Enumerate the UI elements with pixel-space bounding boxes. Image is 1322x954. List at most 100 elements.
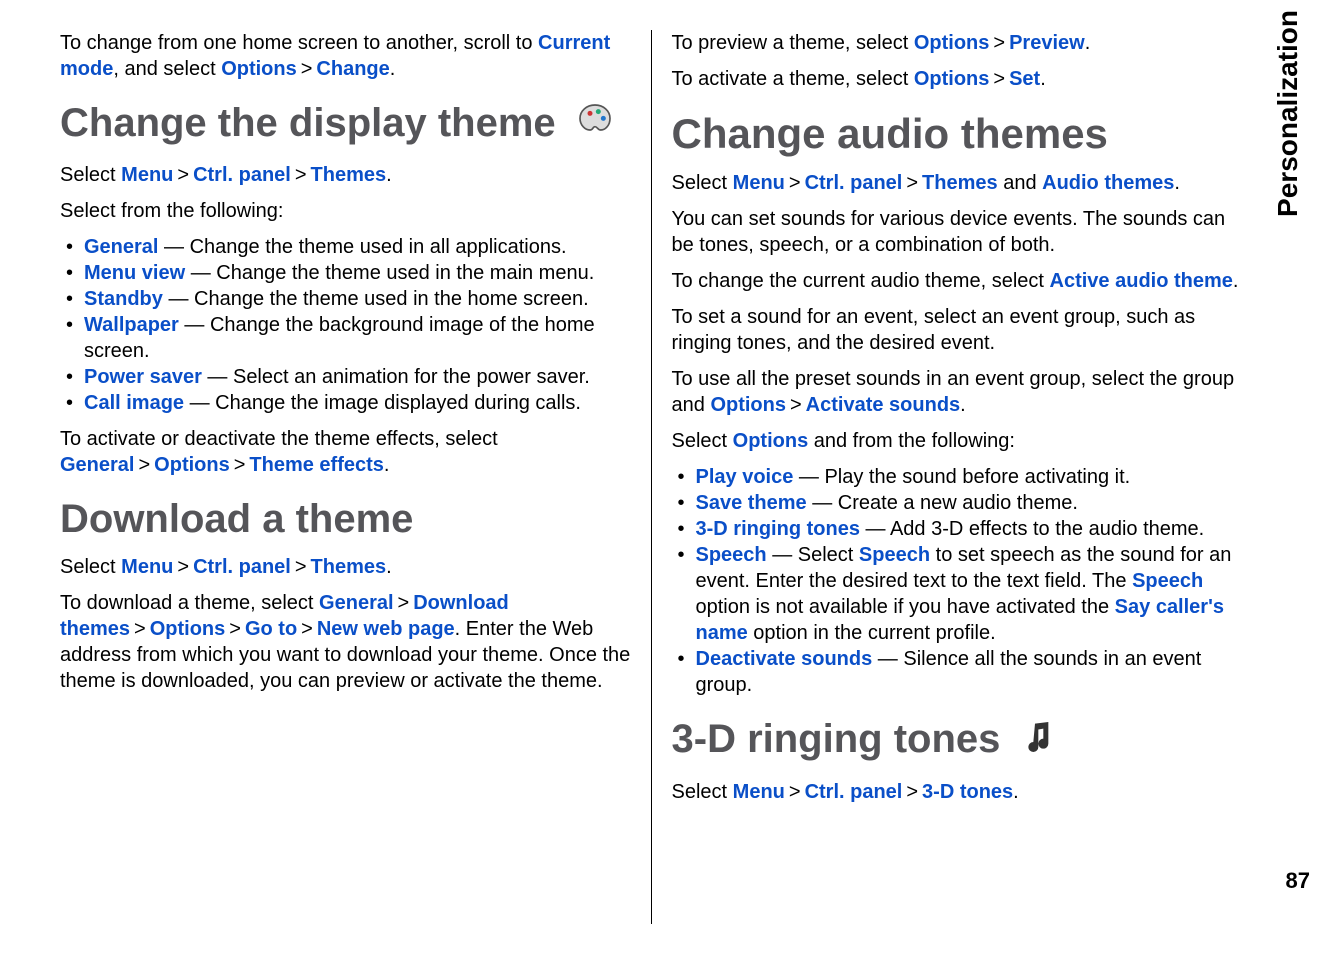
separator: > bbox=[234, 454, 246, 476]
link-speech[interactable]: Speech bbox=[696, 544, 767, 566]
list-item: General — Change the theme used in all a… bbox=[66, 234, 631, 260]
separator: > bbox=[906, 781, 918, 803]
link-play-voice[interactable]: Play voice bbox=[696, 466, 794, 488]
link-options[interactable]: Options bbox=[221, 58, 297, 80]
list-item: 3-D ringing tones — Add 3-D effects to t… bbox=[678, 516, 1243, 542]
separator: > bbox=[906, 172, 918, 194]
audio-options-list: Play voice — Play the sound before activ… bbox=[672, 464, 1243, 698]
audio-path: Select Menu>Ctrl. panel>Themes and Audio… bbox=[672, 170, 1243, 196]
separator: > bbox=[993, 68, 1005, 90]
link-power-saver[interactable]: Power saver bbox=[84, 366, 202, 388]
text: and from the following: bbox=[808, 430, 1015, 452]
download-text: To download a theme, select General>Down… bbox=[60, 590, 631, 694]
link-options[interactable]: Options bbox=[710, 394, 786, 416]
text: . bbox=[960, 394, 966, 416]
download-path: Select Menu>Ctrl. panel>Themes. bbox=[60, 554, 631, 580]
separator: > bbox=[301, 618, 313, 640]
link-ctrl-panel[interactable]: Ctrl. panel bbox=[193, 556, 291, 578]
link-ctrl-panel[interactable]: Ctrl. panel bbox=[805, 781, 903, 803]
separator: > bbox=[177, 556, 189, 578]
link-menu[interactable]: Menu bbox=[121, 164, 173, 186]
text: — Select bbox=[767, 544, 859, 566]
heading-3d-ringing-tones: 3-D ringing tones bbox=[672, 716, 1243, 766]
link-themes[interactable]: Themes bbox=[311, 556, 387, 578]
link-menu[interactable]: Menu bbox=[733, 172, 785, 194]
list-item: Deactivate sounds — Silence all the soun… bbox=[678, 646, 1243, 698]
link-active-audio-theme[interactable]: Active audio theme bbox=[1050, 270, 1233, 292]
separator: > bbox=[134, 618, 146, 640]
list-item: Call image — Change the image displayed … bbox=[66, 390, 631, 416]
link-standby[interactable]: Standby bbox=[84, 288, 163, 310]
text: . bbox=[384, 454, 390, 476]
text: — Add 3-D effects to the audio theme. bbox=[860, 518, 1204, 540]
link-ctrl-panel[interactable]: Ctrl. panel bbox=[193, 164, 291, 186]
separator: > bbox=[301, 58, 313, 80]
text: — Select an animation for the power save… bbox=[202, 366, 590, 388]
list-item: Wallpaper — Change the background image … bbox=[66, 312, 631, 364]
list-item: Standby — Change the theme used in the h… bbox=[66, 286, 631, 312]
right-column: To preview a theme, select Options>Previ… bbox=[652, 30, 1263, 924]
separator: > bbox=[789, 172, 801, 194]
preset-paragraph: To use all the preset sounds in an event… bbox=[672, 366, 1243, 418]
link-theme-effects[interactable]: Theme effects bbox=[249, 454, 384, 476]
text: — Change the theme used in all applicati… bbox=[158, 236, 566, 258]
text: To change from one home screen to anothe… bbox=[60, 32, 538, 54]
activate-paragraph: To activate a theme, select Options>Set. bbox=[672, 66, 1243, 92]
link-3d-ringing-tones[interactable]: 3-D ringing tones bbox=[696, 518, 860, 540]
link-speech[interactable]: Speech bbox=[1132, 570, 1203, 592]
link-deactivate-sounds[interactable]: Deactivate sounds bbox=[696, 648, 873, 670]
link-speech[interactable]: Speech bbox=[859, 544, 930, 566]
text: — Create a new audio theme. bbox=[807, 492, 1078, 514]
link-audio-themes[interactable]: Audio themes bbox=[1042, 172, 1174, 194]
text: — Change the theme used in the main menu… bbox=[185, 262, 594, 284]
link-options[interactable]: Options bbox=[914, 32, 990, 54]
link-menu[interactable]: Menu bbox=[733, 781, 785, 803]
text: . bbox=[390, 58, 396, 80]
separator: > bbox=[229, 618, 241, 640]
link-new-web-page[interactable]: New web page bbox=[317, 618, 455, 640]
heading-text: 3-D ringing tones bbox=[672, 717, 1001, 761]
link-3d-tones[interactable]: 3-D tones bbox=[922, 781, 1013, 803]
link-wallpaper[interactable]: Wallpaper bbox=[84, 314, 179, 336]
link-ctrl-panel[interactable]: Ctrl. panel bbox=[805, 172, 903, 194]
text: , and select bbox=[113, 58, 221, 80]
link-options[interactable]: Options bbox=[914, 68, 990, 90]
link-options[interactable]: Options bbox=[150, 618, 226, 640]
separator: > bbox=[295, 164, 307, 186]
link-set[interactable]: Set bbox=[1009, 68, 1040, 90]
text: . bbox=[1174, 172, 1180, 194]
page-columns: To change from one home screen to anothe… bbox=[40, 30, 1262, 924]
link-go-to[interactable]: Go to bbox=[245, 618, 297, 640]
text: Select bbox=[60, 556, 121, 578]
heading-change-display-theme: Change the display theme bbox=[60, 100, 631, 150]
link-options[interactable]: Options bbox=[154, 454, 230, 476]
link-general[interactable]: General bbox=[319, 592, 393, 614]
link-themes[interactable]: Themes bbox=[311, 164, 387, 186]
music-note-icon bbox=[1020, 717, 1060, 767]
list-item: Save theme — Create a new audio theme. bbox=[678, 490, 1243, 516]
change-audio-paragraph: To change the current audio theme, selec… bbox=[672, 268, 1243, 294]
separator: > bbox=[398, 592, 410, 614]
link-general[interactable]: General bbox=[84, 236, 158, 258]
link-menu-view[interactable]: Menu view bbox=[84, 262, 185, 284]
text: Select bbox=[672, 172, 733, 194]
separator: > bbox=[993, 32, 1005, 54]
text: To preview a theme, select bbox=[672, 32, 914, 54]
link-menu[interactable]: Menu bbox=[121, 556, 173, 578]
palette-icon bbox=[575, 100, 615, 150]
link-preview[interactable]: Preview bbox=[1009, 32, 1085, 54]
link-options[interactable]: Options bbox=[733, 430, 809, 452]
link-activate-sounds[interactable]: Activate sounds bbox=[806, 394, 960, 416]
link-change[interactable]: Change bbox=[316, 58, 389, 80]
link-themes[interactable]: Themes bbox=[922, 172, 998, 194]
text: Select bbox=[672, 781, 733, 803]
link-save-theme[interactable]: Save theme bbox=[696, 492, 807, 514]
list-item: Play voice — Play the sound before activ… bbox=[678, 464, 1243, 490]
separator: > bbox=[138, 454, 150, 476]
text: . bbox=[386, 164, 392, 186]
link-general[interactable]: General bbox=[60, 454, 134, 476]
text: To download a theme, select bbox=[60, 592, 319, 614]
page-number: 87 bbox=[1286, 868, 1310, 894]
3d-path: Select Menu>Ctrl. panel>3-D tones. bbox=[672, 779, 1243, 805]
link-call-image[interactable]: Call image bbox=[84, 392, 184, 414]
